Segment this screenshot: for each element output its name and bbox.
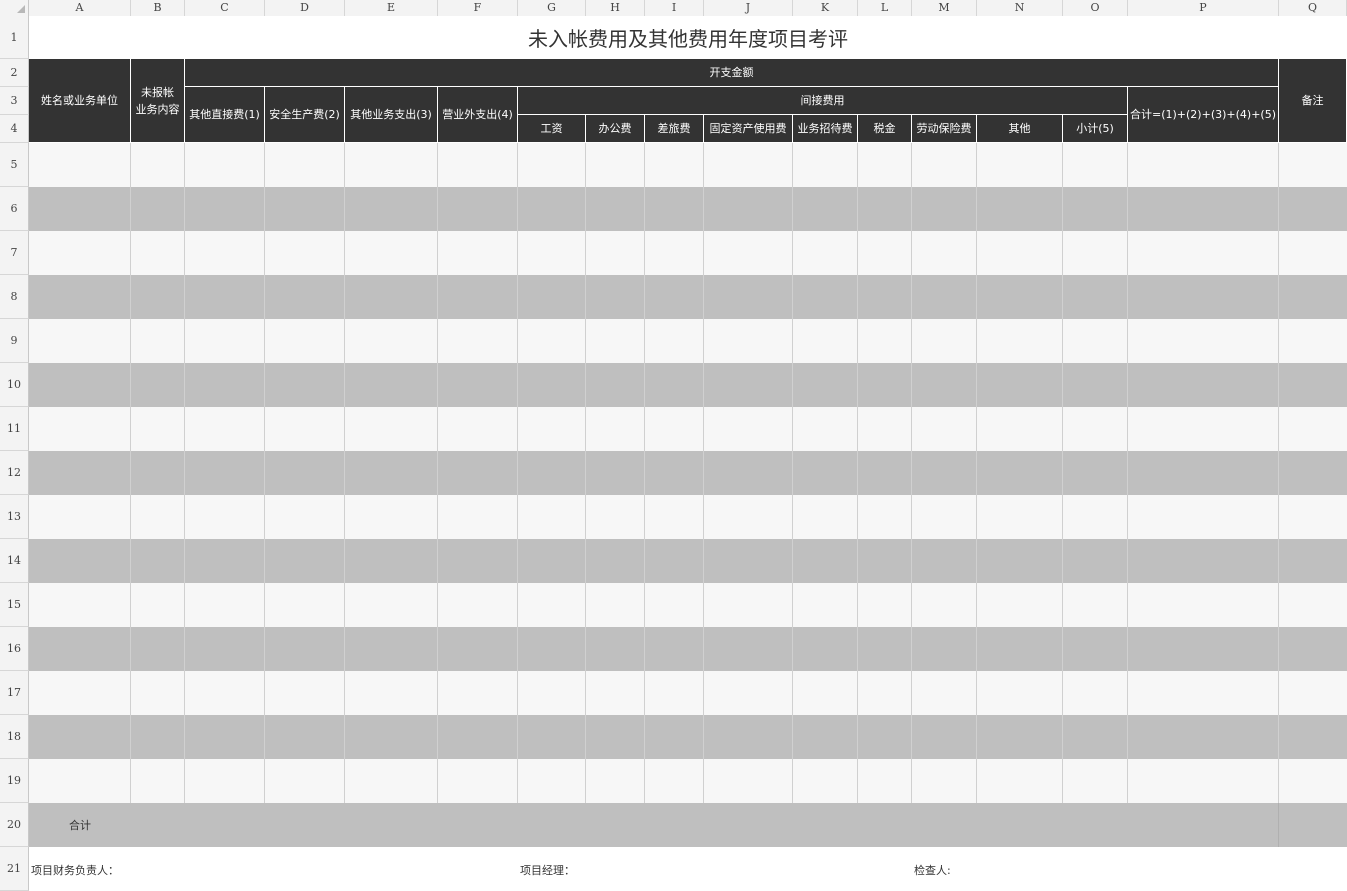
project-manager-label[interactable]: 项目经理： <box>520 862 575 878</box>
row-header-13[interactable]: 13 <box>0 495 29 539</box>
column-header-b[interactable]: B <box>131 0 185 16</box>
cell-grid[interactable]: 未入帐费用及其他费用年度项目考评 姓名或业务单位 未报帐 业务内容 开支金额 备… <box>29 16 1347 891</box>
header-unreported-content[interactable]: 未报帐 业务内容 <box>131 59 185 143</box>
column-header-e[interactable]: E <box>345 0 438 16</box>
row-header-14[interactable]: 14 <box>0 539 29 583</box>
row-header-4[interactable]: 4 <box>0 115 29 143</box>
header-name-unit[interactable]: 姓名或业务单位 <box>29 59 131 143</box>
column-header-bar: A B C D E F G H I J K L M N O P Q <box>0 0 1347 17</box>
row-header-16[interactable]: 16 <box>0 627 29 671</box>
header-expense-amount[interactable]: 开支金额 <box>185 59 1279 87</box>
column-header-l[interactable]: L <box>858 0 912 16</box>
column-header-h[interactable]: H <box>586 0 645 16</box>
row-header-5[interactable]: 5 <box>0 143 29 187</box>
column-header-g[interactable]: G <box>518 0 586 16</box>
column-header-d[interactable]: D <box>265 0 345 16</box>
row-header-15[interactable]: 15 <box>0 583 29 627</box>
row-header-17[interactable]: 17 <box>0 671 29 715</box>
column-header-n[interactable]: N <box>977 0 1063 16</box>
column-header-m[interactable]: M <box>912 0 977 16</box>
header-fixed-asset[interactable]: 固定资产使用费 <box>704 115 793 143</box>
row-header-10[interactable]: 10 <box>0 363 29 407</box>
header-indirect[interactable]: 间接费用 <box>518 87 1128 115</box>
header-other-business[interactable]: 其他业务支出(3) <box>345 87 438 143</box>
header-safety[interactable]: 安全生产费(2) <box>265 87 345 143</box>
header-tax[interactable]: 税金 <box>858 115 912 143</box>
total-label[interactable]: 合计 <box>69 803 91 847</box>
header-other-direct[interactable]: 其他直接费(1) <box>185 87 265 143</box>
finance-lead-label[interactable]: 项目财务负责人： <box>31 862 119 878</box>
row-header-18[interactable]: 18 <box>0 715 29 759</box>
row-header-2[interactable]: 2 <box>0 59 29 87</box>
row-header-12[interactable]: 12 <box>0 451 29 495</box>
header-other[interactable]: 其他 <box>977 115 1063 143</box>
spreadsheet: A B C D E F G H I J K L M N O P Q 1 2 3 … <box>0 0 1347 891</box>
column-header-a[interactable]: A <box>29 0 131 16</box>
row-header-19[interactable]: 19 <box>0 759 29 803</box>
row-header-9[interactable]: 9 <box>0 319 29 363</box>
row-header-11[interactable]: 11 <box>0 407 29 451</box>
row-header-1[interactable]: 1 <box>0 16 29 59</box>
row-header-21[interactable]: 21 <box>0 847 29 891</box>
header-entertain[interactable]: 业务招待费 <box>793 115 858 143</box>
column-header-o[interactable]: O <box>1063 0 1128 16</box>
column-header-j[interactable]: J <box>704 0 793 16</box>
total-row-gridlines <box>29 803 1347 847</box>
column-header-p[interactable]: P <box>1128 0 1279 16</box>
row-header-6[interactable]: 6 <box>0 187 29 231</box>
header-non-operating[interactable]: 营业外支出(4) <box>438 87 518 143</box>
header-salary[interactable]: 工资 <box>518 115 586 143</box>
row-header-8[interactable]: 8 <box>0 275 29 319</box>
select-all-corner[interactable] <box>0 0 29 16</box>
column-header-k[interactable]: K <box>793 0 858 16</box>
header-travel[interactable]: 差旅费 <box>645 115 704 143</box>
sheet-title[interactable]: 未入帐费用及其他费用年度项目考评 <box>29 16 1347 59</box>
column-header-c[interactable]: C <box>185 0 265 16</box>
header-labor-insurance[interactable]: 劳动保险费 <box>912 115 977 143</box>
row-header-3[interactable]: 3 <box>0 87 29 115</box>
data-gridlines <box>29 143 1347 803</box>
column-header-i[interactable]: I <box>645 0 704 16</box>
column-header-f[interactable]: F <box>438 0 518 16</box>
inspector-label[interactable]: 检查人: <box>914 862 951 878</box>
header-total-formula[interactable]: 合计=(1)+(2)+(3)+(4)+(5) <box>1128 87 1279 143</box>
column-header-q[interactable]: Q <box>1279 0 1347 16</box>
header-subtotal[interactable]: 小计(5) <box>1063 115 1128 143</box>
header-remark[interactable]: 备注 <box>1279 59 1347 143</box>
row-header-7[interactable]: 7 <box>0 231 29 275</box>
header-office[interactable]: 办公费 <box>586 115 645 143</box>
row-header-20[interactable]: 20 <box>0 803 29 847</box>
